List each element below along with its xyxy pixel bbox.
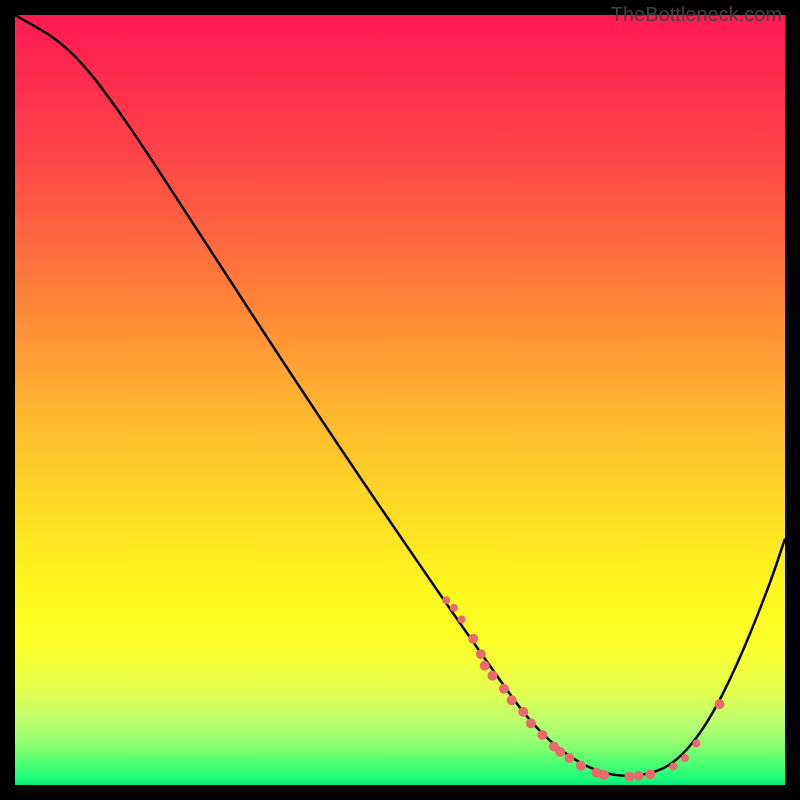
chart-marker (442, 596, 450, 604)
chart-marker (634, 771, 644, 781)
chart-marker (480, 661, 490, 671)
chart-marker (645, 769, 655, 779)
chart-marker (576, 761, 586, 771)
chart-marker (624, 772, 634, 782)
chart-marker (526, 718, 536, 728)
chart-container: TheBottleneck.com (0, 0, 800, 800)
chart-marker (518, 707, 528, 717)
chart-marker (499, 684, 509, 694)
chart-marker (669, 763, 677, 771)
chart-marker (599, 770, 609, 780)
chart-marker (681, 754, 689, 762)
chart-marker (458, 615, 466, 623)
plot-area (15, 15, 785, 785)
watermark-text: TheBottleneck.com (611, 4, 782, 27)
chart-marker (715, 699, 725, 709)
chart-marker (564, 753, 574, 763)
chart-svg (15, 15, 785, 785)
chart-marker (555, 747, 565, 757)
chart-marker (476, 649, 486, 659)
chart-marker (507, 695, 517, 705)
chart-marker (487, 671, 497, 681)
chart-marker (468, 634, 478, 644)
chart-curve-line (15, 15, 785, 776)
chart-marker (450, 604, 458, 612)
chart-marker (692, 739, 700, 747)
chart-marker (537, 730, 547, 740)
